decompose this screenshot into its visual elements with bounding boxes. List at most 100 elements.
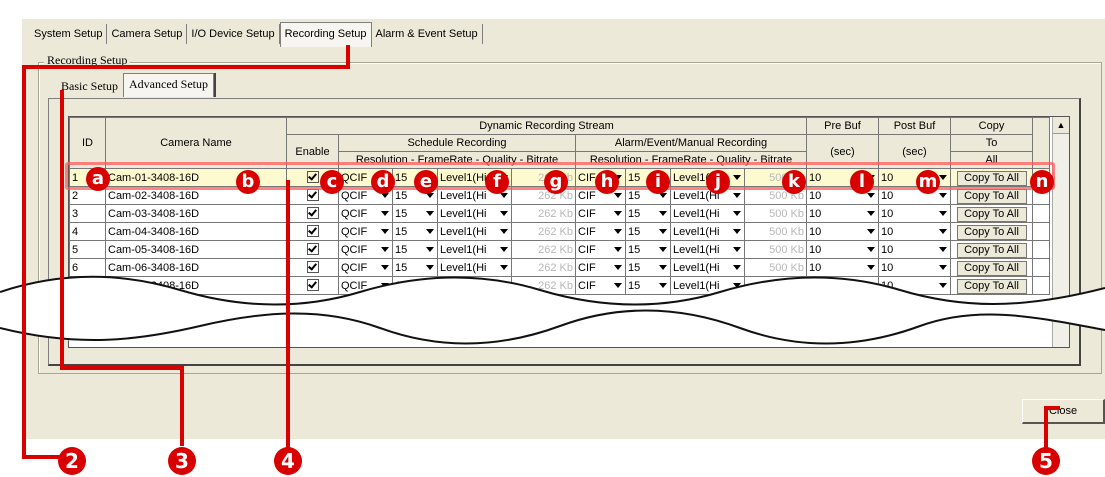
cell-alarm-resolution[interactable]: CIF [575, 222, 626, 241]
cell-id: 5 [69, 240, 106, 259]
cell-schedule-quality[interactable]: Level1(Hi [437, 204, 512, 223]
cell-spacer [1032, 204, 1050, 223]
callout-c: c [320, 170, 344, 194]
table-row[interactable]: 5 Cam-05-3408-16D QCIF 15 Level1(Hi 262 Kb CIF… [69, 240, 1050, 259]
close-button[interactable]: Close [1022, 399, 1105, 424]
cell-camera-name: Cam-04-3408-16D [105, 222, 287, 241]
cell-pre-buffer[interactable]: 10 [806, 240, 879, 259]
cell-schedule-framerate[interactable]: 15 [392, 222, 438, 241]
cell-id: 3 [69, 204, 106, 223]
callout-f: f [485, 170, 509, 194]
recording-table: ID Camera Name Dynamic Recording Stream … [69, 117, 1050, 295]
cell-alarm-resolution[interactable]: CIF [575, 204, 626, 223]
header-copy: Copy [950, 117, 1033, 135]
main-tabbar: System Setup Camera Setup I/O Device Set… [30, 22, 483, 47]
checkbox-checked-icon[interactable] [306, 243, 319, 255]
callout-n: n [1030, 170, 1054, 194]
callout-2: 2 [58, 447, 86, 475]
callout-line [60, 90, 64, 368]
callout-i: i [646, 170, 670, 194]
header-camera-name: Camera Name [105, 117, 287, 169]
cell-post-buffer[interactable]: 10 [878, 222, 951, 241]
table-row[interactable]: 3 Cam-03-3408-16D QCIF 15 Level1(Hi 262 Kb CIF… [69, 204, 1050, 223]
cell-camera-name: Cam-03-3408-16D [105, 204, 287, 223]
table-row[interactable]: 4 Cam-04-3408-16D QCIF 15 Level1(Hi 262 Kb CIF… [69, 222, 1050, 241]
header-id: ID [69, 117, 106, 169]
cell-schedule-bitrate: 262 Kb [511, 222, 576, 241]
callout-4: 4 [274, 447, 302, 475]
callout-h: h [595, 170, 619, 194]
header-pre-buf: Pre Buf [806, 117, 879, 135]
callout-d: d [371, 170, 395, 194]
callout-5: 5 [1032, 447, 1060, 475]
tab-camera-setup[interactable]: Camera Setup [107, 24, 188, 44]
callout-k: k [782, 170, 806, 194]
tab-io-device-setup[interactable]: I/O Device Setup [187, 24, 280, 44]
cell-schedule-quality[interactable]: Level1(Hi [437, 222, 512, 241]
checkbox-checked-icon[interactable] [306, 189, 319, 201]
header-alarm-recording: Alarm/Event/Manual Recording [575, 134, 807, 152]
cell-alarm-framerate[interactable]: 15 [625, 222, 671, 241]
copy-to-all-button[interactable]: Copy To All [950, 204, 1033, 223]
cell-id: 4 [69, 222, 106, 241]
callout-b: b [236, 170, 260, 194]
callout-g: g [544, 170, 568, 194]
cell-schedule-resolution[interactable]: QCIF [338, 204, 393, 223]
callout-line [286, 180, 290, 448]
cell-schedule-bitrate: 262 Kb [511, 204, 576, 223]
copy-to-all-label[interactable]: Copy To All [956, 188, 1027, 204]
cell-pre-buffer[interactable]: 10 [806, 204, 879, 223]
cell-post-buffer[interactable]: 10 [878, 240, 951, 259]
callout-a: a [86, 167, 110, 191]
tab-advanced-setup[interactable]: Advanced Setup [123, 73, 214, 97]
callout-3: 3 [168, 447, 196, 475]
cell-alarm-bitrate: 500 Kb [744, 204, 807, 223]
checkbox-checked-icon[interactable] [306, 207, 319, 219]
recording-setup-window: System Setup Camera Setup I/O Device Set… [0, 0, 1105, 477]
cell-schedule-framerate[interactable]: 15 [392, 204, 438, 223]
copy-to-all-label[interactable]: Copy To All [956, 242, 1027, 258]
checkbox-checked-icon[interactable] [306, 225, 319, 237]
cell-schedule-resolution[interactable]: QCIF [338, 222, 393, 241]
tab-recording-setup[interactable]: Recording Setup [279, 22, 372, 47]
copy-to-all-label[interactable]: Copy To All [956, 224, 1027, 240]
cell-alarm-framerate[interactable]: 15 [625, 204, 671, 223]
cell-schedule-framerate[interactable]: 15 [392, 240, 438, 259]
cell-enable-checkbox[interactable] [286, 204, 339, 223]
tab-system-setup[interactable]: System Setup [30, 24, 108, 44]
callout-j: j [706, 170, 730, 194]
cell-spacer [1032, 240, 1050, 259]
callout-line [346, 45, 350, 67]
copy-to-all-button[interactable]: Copy To All [950, 240, 1033, 259]
cell-schedule-quality[interactable]: Level1(Hi [437, 240, 512, 259]
copy-to-all-button[interactable]: Copy To All [950, 222, 1033, 241]
copy-to-all-label[interactable]: Copy To All [956, 206, 1027, 222]
header-post-buf: Post Buf [878, 117, 951, 135]
cell-alarm-resolution[interactable]: CIF [575, 240, 626, 259]
callout-line [22, 65, 350, 69]
header-schedule-recording: Schedule Recording [338, 134, 576, 152]
cell-pre-buffer[interactable]: 10 [806, 222, 879, 241]
cell-alarm-bitrate: 500 Kb [744, 240, 807, 259]
wave-break-overlay [0, 275, 1105, 345]
sub-tabbar: Basic Setup Advanced Setup [56, 73, 214, 97]
cell-alarm-quality[interactable]: Level1(Hi [670, 204, 745, 223]
cell-alarm-framerate[interactable]: 15 [625, 240, 671, 259]
tab-alarm-event-setup[interactable]: Alarm & Event Setup [372, 24, 483, 44]
callout-e: e [414, 170, 438, 194]
callout-line [180, 366, 184, 446]
callout-m: m [916, 170, 940, 194]
tab-basic-setup[interactable]: Basic Setup [56, 76, 123, 96]
cell-spacer [1032, 222, 1050, 241]
cell-enable-checkbox[interactable] [286, 240, 339, 259]
callout-line [60, 366, 184, 370]
cell-post-buffer[interactable]: 10 [878, 204, 951, 223]
scroll-up-arrow-icon[interactable]: ▲ [1053, 117, 1069, 134]
cell-enable-checkbox[interactable] [286, 222, 339, 241]
cell-alarm-quality[interactable]: Level1(Hi [670, 240, 745, 259]
header-copy-to: To [950, 134, 1033, 152]
callout-line [1044, 408, 1048, 448]
header-dynamic-stream: Dynamic Recording Stream [286, 117, 807, 135]
cell-alarm-quality[interactable]: Level1(Hi [670, 222, 745, 241]
cell-schedule-resolution[interactable]: QCIF [338, 240, 393, 259]
